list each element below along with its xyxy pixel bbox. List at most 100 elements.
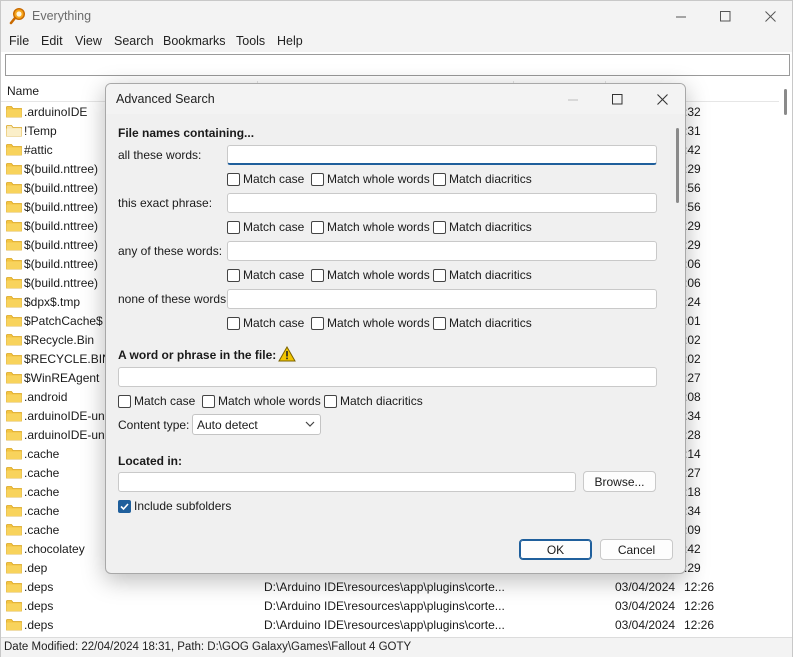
minimize-icon <box>675 16 686 17</box>
checkbox-label: Match diacritics <box>449 268 532 282</box>
exact-phrase-label: this exact phrase: <box>118 196 213 210</box>
file-time: :18 <box>684 485 701 499</box>
match-diacritics-checkbox[interactable]: Match diacritics <box>433 219 532 235</box>
dialog-title-bar: Advanced Search <box>106 84 685 114</box>
file-name: .cache <box>24 447 60 461</box>
file-time: 12:26 <box>684 618 715 632</box>
checkbox-box <box>433 220 446 234</box>
file-name: .arduinoIDE-uns <box>24 409 111 423</box>
folder-icon <box>6 505 22 517</box>
cancel-button[interactable]: Cancel <box>600 539 673 560</box>
checkbox-box <box>311 220 324 234</box>
menu-search[interactable]: Search <box>114 34 154 48</box>
file-time: :29 <box>684 162 701 176</box>
folder-icon <box>6 125 22 137</box>
match-whole-words-checkbox[interactable]: Match whole words <box>311 219 430 235</box>
checkbox-box <box>433 316 446 330</box>
minimize-icon <box>567 99 578 100</box>
checkbox-label: Match diacritics <box>449 316 532 330</box>
checkbox-box <box>311 172 324 186</box>
match-whole-words-checkbox[interactable]: Match whole words <box>311 171 430 187</box>
checkbox-box <box>202 394 215 408</box>
checkbox-box <box>324 394 337 408</box>
folder-icon <box>6 410 22 422</box>
menu-view[interactable]: View <box>75 34 102 48</box>
filenames-heading: File names containing... <box>118 126 255 140</box>
menu-tools[interactable]: Tools <box>236 34 265 48</box>
ok-button[interactable]: OK <box>519 539 592 560</box>
close-button[interactable] <box>747 1 793 31</box>
menu-file[interactable]: File <box>9 34 29 48</box>
menu-bookmarks[interactable]: Bookmarks <box>163 34 226 48</box>
status-text: Date Modified: 22/04/2024 18:31, Path: D… <box>4 641 412 653</box>
file-name: $RECYCLE.BIN <box>24 352 111 366</box>
folder-icon <box>6 619 22 631</box>
close-icon <box>764 10 776 22</box>
browse-button[interactable]: Browse... <box>583 471 656 492</box>
folder-icon <box>6 334 22 346</box>
content-type-select[interactable]: Auto detect <box>192 414 321 435</box>
exact-phrase-input[interactable] <box>227 193 657 213</box>
match-diacritics-checkbox[interactable]: Match diacritics <box>433 171 532 187</box>
minimize-button[interactable] <box>658 1 704 31</box>
file-time: :32 <box>684 105 701 119</box>
located-input[interactable] <box>118 472 576 492</box>
list-item[interactable]: .deps D:\Arduino IDE\resources\app\plugin… <box>1 616 779 635</box>
scrollbar-thumb[interactable] <box>676 128 679 203</box>
checkmark-icon <box>120 502 129 510</box>
file-name: .deps <box>24 599 54 613</box>
file-path: D:\Arduino IDE\resources\app\plugins\cor… <box>264 599 505 613</box>
column-header-name[interactable]: Name <box>7 84 39 98</box>
dialog-body: File names containing... all these words… <box>106 114 685 573</box>
match-whole-words-checkbox[interactable]: Match whole words <box>311 267 430 283</box>
content-heading: A word or phrase in the file: <box>118 348 277 362</box>
dialog-maximize-button[interactable] <box>594 84 640 114</box>
file-time: :02 <box>684 333 701 347</box>
match-diacritics-checkbox[interactable]: Match diacritics <box>433 315 532 331</box>
vertical-scrollbar[interactable] <box>779 81 792 634</box>
dialog-close-button[interactable] <box>639 84 685 114</box>
file-name: .arduinoIDE <box>24 105 88 119</box>
list-item[interactable]: .deps D:\Arduino IDE\resources\app\plugin… <box>1 578 779 597</box>
dialog-scrollbar[interactable] <box>676 128 679 558</box>
title-bar: Everything <box>1 1 792 31</box>
scrollbar-thumb[interactable] <box>784 89 787 115</box>
all-words-label: all these words: <box>118 148 202 162</box>
file-time: :24 <box>684 295 701 309</box>
content-input[interactable] <box>118 367 657 387</box>
advanced-search-dialog: Advanced Search File names containing...… <box>105 83 686 574</box>
match-case-checkbox[interactable]: Match case <box>227 267 304 283</box>
search-input[interactable] <box>5 54 790 76</box>
menu-edit[interactable]: Edit <box>41 34 63 48</box>
file-name: $WinREAgent <box>24 371 100 385</box>
checkbox-box <box>227 220 240 234</box>
content-type-label: Content type: <box>118 418 190 432</box>
content-match-whole-words-checkbox[interactable]: Match whole words <box>202 393 321 409</box>
file-time: :31 <box>684 124 701 138</box>
match-case-checkbox[interactable]: Match case <box>227 315 304 331</box>
file-path: D:\Arduino IDE\resources\app\plugins\cor… <box>264 618 505 632</box>
folder-icon <box>6 581 22 593</box>
file-date: 03/04/2024 <box>615 599 676 613</box>
match-whole-words-checkbox[interactable]: Match whole words <box>311 315 430 331</box>
folder-icon <box>6 600 22 612</box>
folder-icon <box>6 448 22 460</box>
match-case-checkbox[interactable]: Match case <box>227 219 304 235</box>
file-name: $(build.nttree) <box>24 219 99 233</box>
content-match-diacritics-checkbox[interactable]: Match diacritics <box>324 393 423 409</box>
content-match-case-checkbox[interactable]: Match case <box>118 393 195 409</box>
none-words-input[interactable] <box>227 289 657 309</box>
maximize-button[interactable] <box>702 1 748 31</box>
list-item[interactable]: .deps D:\Arduino IDE\resources\app\plugin… <box>1 597 779 616</box>
checkbox-label: Match case <box>243 316 305 330</box>
all-words-input[interactable] <box>227 145 657 165</box>
menu-help[interactable]: Help <box>277 34 303 48</box>
any-words-input[interactable] <box>227 241 657 261</box>
file-time: :42 <box>684 542 701 556</box>
match-case-checkbox[interactable]: Match case <box>227 171 304 187</box>
folder-icon <box>6 372 22 384</box>
match-diacritics-checkbox[interactable]: Match diacritics <box>433 267 532 283</box>
file-name: $PatchCache$ <box>24 314 103 328</box>
include-subfolders-checkbox[interactable]: Include subfolders <box>118 498 231 514</box>
checkbox-box <box>433 172 446 186</box>
